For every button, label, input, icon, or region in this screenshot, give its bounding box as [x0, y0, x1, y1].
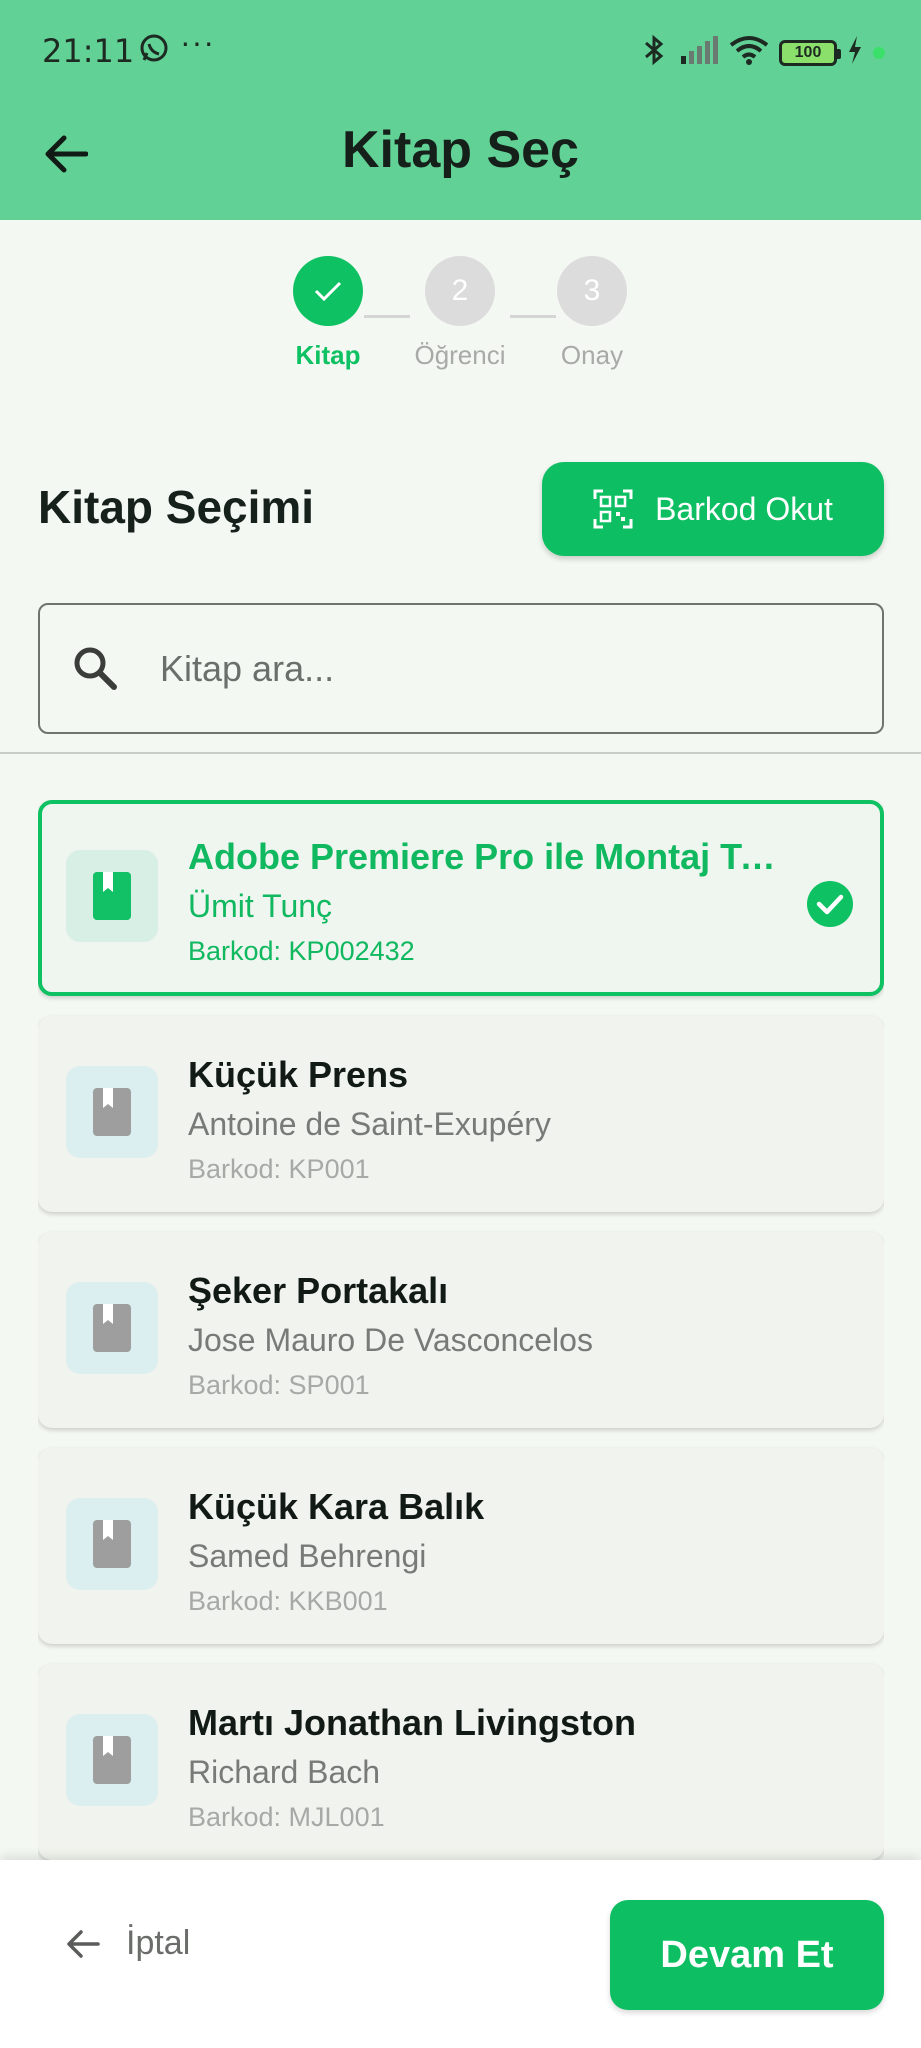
- qr-scan-icon: [593, 489, 633, 529]
- wifi-icon: [729, 35, 769, 70]
- book-item[interactable]: Martı Jonathan Livingston Richard Bach B…: [38, 1664, 884, 1860]
- book-barcode: Barkod: MJL001: [188, 1802, 385, 1832]
- book-list: Adobe Premiere Pro ile Montaj Te... Ümit…: [38, 800, 884, 1860]
- book-icon: [66, 1066, 158, 1158]
- book-icon: [66, 1282, 158, 1374]
- step-onay: 3 Onay: [517, 256, 667, 371]
- book-item[interactable]: Küçük Kara Balık Samed Behrengi Barkod: …: [38, 1448, 884, 1644]
- step-label: Öğrenci: [414, 340, 506, 370]
- search-input[interactable]: [160, 605, 860, 732]
- arrow-left-icon: [67, 1929, 100, 1958]
- privacy-indicator: [873, 46, 885, 59]
- charging-icon: [847, 36, 863, 69]
- check-circle-icon: [806, 880, 854, 933]
- book-barcode: Barkod: KKB001: [188, 1586, 388, 1616]
- battery-indicator: 100: [779, 39, 841, 66]
- whatsapp-icon: [138, 32, 170, 69]
- step-number: 2: [425, 256, 495, 326]
- book-title: Adobe Premiere Pro ile Montaj Te...: [188, 836, 788, 877]
- barcode-scan-label: Barkod Okut: [655, 490, 833, 527]
- book-item[interactable]: Şeker Portakalı Jose Mauro De Vasconcelo…: [38, 1232, 884, 1428]
- continue-button[interactable]: Devam Et: [610, 1900, 884, 2010]
- book-author: Ümit Tunç: [188, 888, 333, 924]
- book-barcode: Barkod: SP001: [188, 1370, 370, 1400]
- status-time: 21:11: [42, 32, 135, 70]
- book-title: Martı Jonathan Livingston: [188, 1702, 637, 1743]
- step-number: 3: [557, 256, 627, 326]
- section-title: Kitap Seçimi: [38, 481, 315, 533]
- step-ogrenci: 2 Öğrenci: [385, 256, 535, 371]
- bottom-bar: İptal Devam Et: [0, 1860, 921, 2048]
- step-kitap: Kitap: [253, 256, 403, 371]
- app-bar: 21:11 ··· 100 Kitap Seç: [0, 0, 921, 220]
- cancel-label: İptal: [126, 1924, 191, 1962]
- step-label: Kitap: [295, 340, 361, 370]
- signal-icon: [679, 36, 719, 69]
- book-icon: [66, 1714, 158, 1806]
- page-title: Kitap Seç: [342, 121, 579, 179]
- book-barcode: Barkod: KP002432: [188, 936, 415, 966]
- book-author: Antoine de Saint-Exupéry: [188, 1106, 551, 1142]
- cancel-button[interactable]: İptal: [66, 1924, 190, 1963]
- search-icon: [72, 645, 118, 696]
- bluetooth-icon: [639, 34, 669, 71]
- stepper: Kitap 2 Öğrenci 3 Onay: [0, 256, 921, 386]
- search-box: [38, 603, 884, 734]
- book-icon: [66, 850, 158, 942]
- step-label: Onay: [560, 340, 624, 370]
- book-title: Şeker Portakalı: [188, 1270, 449, 1311]
- book-item[interactable]: Küçük Prens Antoine de Saint-Exupéry Bar…: [38, 1016, 884, 1212]
- book-title: Küçük Prens: [188, 1054, 409, 1095]
- book-icon: [66, 1498, 158, 1590]
- book-title: Küçük Kara Balık: [188, 1486, 485, 1527]
- book-item-selected[interactable]: Adobe Premiere Pro ile Montaj Te... Ümit…: [38, 800, 884, 996]
- book-author: Richard Bach: [188, 1754, 381, 1790]
- book-author: Samed Behrengi: [188, 1538, 427, 1574]
- check-icon: [293, 256, 363, 326]
- more-notifications-icon: ···: [180, 24, 215, 60]
- status-icons: 100: [639, 34, 885, 71]
- barcode-scan-button[interactable]: Barkod Okut: [542, 462, 884, 556]
- book-barcode: Barkod: KP001: [188, 1154, 370, 1184]
- status-bar: 21:11 ··· 100: [0, 0, 921, 100]
- book-author: Jose Mauro De Vasconcelos: [188, 1322, 593, 1358]
- divider: [0, 752, 921, 754]
